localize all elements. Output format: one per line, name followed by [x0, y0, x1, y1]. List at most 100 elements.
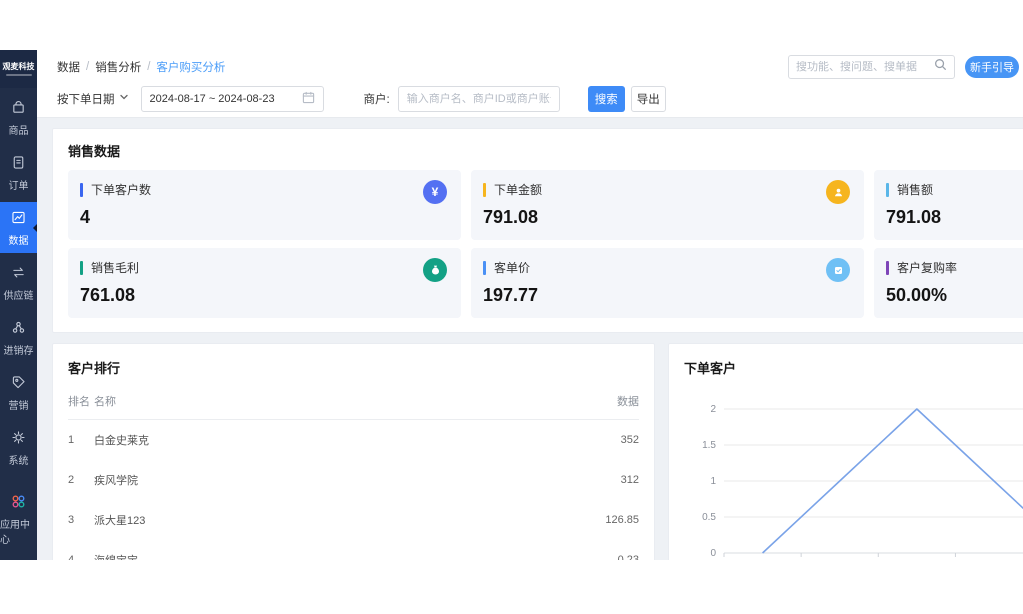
name-cell: 派大星123: [94, 512, 150, 528]
sidebar-item-label: 数据: [9, 232, 29, 247]
nodes-icon: [10, 319, 27, 339]
order-customers-title: 下单客户: [684, 358, 1023, 377]
sidebar-item-system[interactable]: 系统: [0, 422, 37, 473]
search-button[interactable]: 搜索: [588, 86, 625, 112]
sidebar-item-label: 应用中心: [0, 516, 37, 546]
line-chart-icon: [10, 209, 27, 229]
y-axis-label: 1: [710, 476, 716, 487]
column-header-rank: 排名: [68, 393, 94, 409]
y-axis-label: 2: [710, 404, 716, 415]
logo[interactable]: 观麦科技: [0, 50, 37, 88]
card-title: 下单金额: [494, 181, 542, 198]
global-search[interactable]: [788, 55, 955, 79]
metric-cards: 下单客户数 4 ¥ 下单金额 791.08: [68, 170, 1023, 318]
rank-cell: 1: [68, 434, 94, 446]
name-cell: 海绵宝宝: [94, 552, 150, 560]
tag-icon: [10, 374, 27, 394]
sales-data-title: 销售数据: [68, 141, 1023, 160]
order-icon: [10, 154, 27, 174]
card-accent: [483, 261, 486, 275]
app-window: 观麦科技 商品 订单 数据 供应链 进销存 营销 系统: [0, 50, 1023, 560]
card-title: 下单客户数: [91, 181, 151, 198]
card-title: 销售毛利: [91, 259, 139, 276]
sidebar-item-inventory[interactable]: 进销存: [0, 312, 37, 363]
date-type-dropdown[interactable]: 按下单日期: [57, 91, 129, 107]
sidebar-item-label: 营销: [9, 397, 29, 412]
column-header-value: 数据: [571, 393, 639, 409]
breadcrumb-separator: /: [86, 61, 89, 73]
metric-card-sales-amount: 销售额 791.08: [874, 170, 1023, 240]
card-accent: [80, 183, 83, 197]
date-type-label: 按下单日期: [57, 91, 115, 107]
merchant-search-input[interactable]: [407, 93, 551, 105]
rank-cell: 4: [68, 554, 94, 560]
calendar-icon[interactable]: [302, 91, 315, 107]
export-button[interactable]: 导出: [631, 86, 666, 112]
breadcrumb-separator: /: [147, 61, 150, 73]
breadcrumb: 数据 / 销售分析 / 客户购买分析: [57, 59, 225, 75]
logo-subtext: [6, 74, 32, 76]
column-header-name: 名称: [94, 393, 150, 409]
newbie-guide-button[interactable]: 新手引导: [965, 56, 1019, 78]
value-cell: 0.23: [571, 554, 639, 560]
topbar: 数据 / 销售分析 / 客户购买分析 新手引导 按下单日期: [37, 50, 1023, 118]
card-title: 销售额: [897, 181, 933, 198]
swap-arrows-icon: [10, 264, 27, 284]
app-center-icon: [10, 493, 27, 513]
metric-card-order-customers: 下单客户数 4 ¥: [68, 170, 461, 240]
table-row: 3派大星123 126.85: [68, 500, 639, 540]
value-cell: 126.85: [571, 514, 639, 526]
card-value: 761.08: [80, 285, 449, 306]
global-search-input[interactable]: [796, 61, 934, 73]
metric-card-avg-order-value: 客单价 197.77: [471, 248, 864, 318]
card-value: 4: [80, 207, 449, 228]
y-axis-label: 0: [710, 548, 716, 559]
person-icon: [826, 180, 850, 204]
yen-icon: ¥: [423, 180, 447, 204]
sidebar-item-data[interactable]: 数据: [0, 202, 37, 253]
sidebar-item-label: 系统: [9, 452, 29, 467]
moneybag-icon: [423, 258, 447, 282]
ranking-table-header: 排名 名称 数据: [68, 377, 639, 420]
value-cell: 312: [571, 474, 639, 486]
logo-text: 观麦科技: [3, 62, 35, 71]
metric-card-repurchase-rate: 客户复购率 50.00%: [874, 248, 1023, 318]
table-row: 4海绵宝宝 0.23: [68, 540, 639, 560]
sidebar-item-label: 商品: [9, 122, 29, 137]
sidebar-item-products[interactable]: 商品: [0, 92, 37, 143]
order-customers-chart: 00.511.522024-08-172024-08-182024-08-192…: [684, 385, 1023, 560]
customer-ranking-title: 客户排行: [68, 358, 639, 377]
metric-card-gross-profit: 销售毛利 761.08: [68, 248, 461, 318]
breadcrumb-item-data[interactable]: 数据: [57, 59, 80, 75]
name-cell: 白金史莱克: [94, 432, 150, 448]
card-accent: [886, 183, 889, 197]
sidebar-item-supply-chain[interactable]: 供应链: [0, 257, 37, 308]
sidebar-item-label: 供应链: [4, 287, 34, 302]
card-value: 791.08: [483, 207, 852, 228]
card-value: 197.77: [483, 285, 852, 306]
main-area: 数据 / 销售分析 / 客户购买分析 新手引导 按下单日期: [37, 50, 1023, 560]
merchant-search-field[interactable]: [398, 86, 560, 112]
y-axis-label: 0.5: [702, 512, 716, 523]
order-customers-panel: 下单客户 00.511.522024-08-172024-08-182024-0…: [668, 343, 1023, 560]
sidebar-item-marketing[interactable]: 营销: [0, 367, 37, 418]
y-axis-label: 1.5: [702, 440, 716, 451]
rank-cell: 3: [68, 514, 94, 526]
bag-icon: [10, 99, 27, 119]
card-title: 客户复购率: [897, 259, 957, 276]
search-icon[interactable]: [934, 58, 947, 76]
sidebar: 观麦科技 商品 订单 数据 供应链 进销存 营销 系统: [0, 50, 37, 560]
name-cell: 疾风学院: [94, 472, 150, 488]
sidebar-item-orders[interactable]: 订单: [0, 147, 37, 198]
date-range-input[interactable]: [141, 86, 324, 112]
card-accent: [80, 261, 83, 275]
sidebar-item-label: 订单: [9, 177, 29, 192]
customer-ranking-panel: 客户排行 排名 名称 数据 1白金史莱克3522疾风学院3123派大星12312…: [52, 343, 655, 560]
card-title: 客单价: [494, 259, 530, 276]
sidebar-item-label: 进销存: [4, 342, 34, 357]
merchant-label: 商户:: [364, 91, 390, 107]
date-range-value[interactable]: [150, 93, 290, 105]
breadcrumb-item-sales-analysis[interactable]: 销售分析: [95, 59, 141, 75]
card-value: 50.00%: [886, 285, 1023, 306]
sidebar-item-app-center[interactable]: 应用中心: [0, 486, 37, 552]
